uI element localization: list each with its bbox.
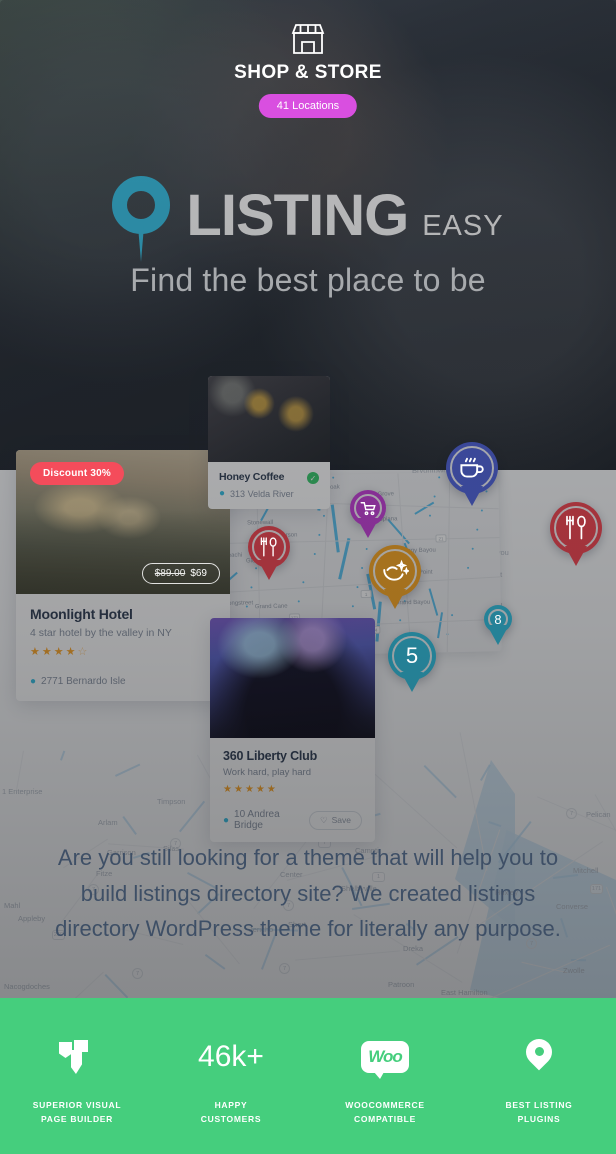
visual-composer-icon [59,1032,95,1082]
fitness-arm-icon [381,557,410,585]
features-bar: SUPERIOR VISUAL PAGE BUILDER 46k+ HAPPY … [0,998,616,1154]
feature-woocommerce: Woo WOOCOMMERCE COMPATIBLE [308,998,462,1154]
listing-card-shop[interactable]: SHOP & STORE 41 Locations [0,0,616,1154]
fork-spoon-icon [259,536,278,558]
storefront-icon [289,22,327,61]
feature-label: HAPPY CUSTOMERS [200,1099,262,1124]
discount-badge: Discount 30% [30,462,124,485]
shopping-cart-icon [359,499,377,517]
shop-locations-badge: 41 Locations [258,94,358,118]
feature-page-builder: SUPERIOR VISUAL PAGE BUILDER [0,998,154,1154]
map-pin-icon [520,1032,558,1082]
feature-happy-customers: 46k+ HAPPY CUSTOMERS [154,998,308,1154]
woocommerce-icon: Woo [361,1032,409,1082]
fork-spoon-icon [564,514,588,541]
coffee-cup-icon [458,454,485,481]
feature-listing-plugins: BEST LISTING PLUGINS [462,998,616,1154]
price-new: $69 [190,568,207,579]
customers-count: 46k+ [198,1039,264,1073]
intro-paragraph: Are you still looking for a theme that w… [55,845,561,942]
feature-label: BEST LISTING PLUGINS [505,1099,573,1124]
feature-label: WOOCOMMERCE COMPATIBLE [345,1099,425,1124]
shop-title: SHOP & STORE [234,62,382,83]
price-old: $89.00 [154,568,186,579]
pin-count-label: 8 [494,611,502,627]
price-badge: $89.00 $69 [141,563,220,584]
feature-label: SUPERIOR VISUAL PAGE BUILDER [32,1099,122,1124]
pin-count-label: 5 [405,643,419,668]
